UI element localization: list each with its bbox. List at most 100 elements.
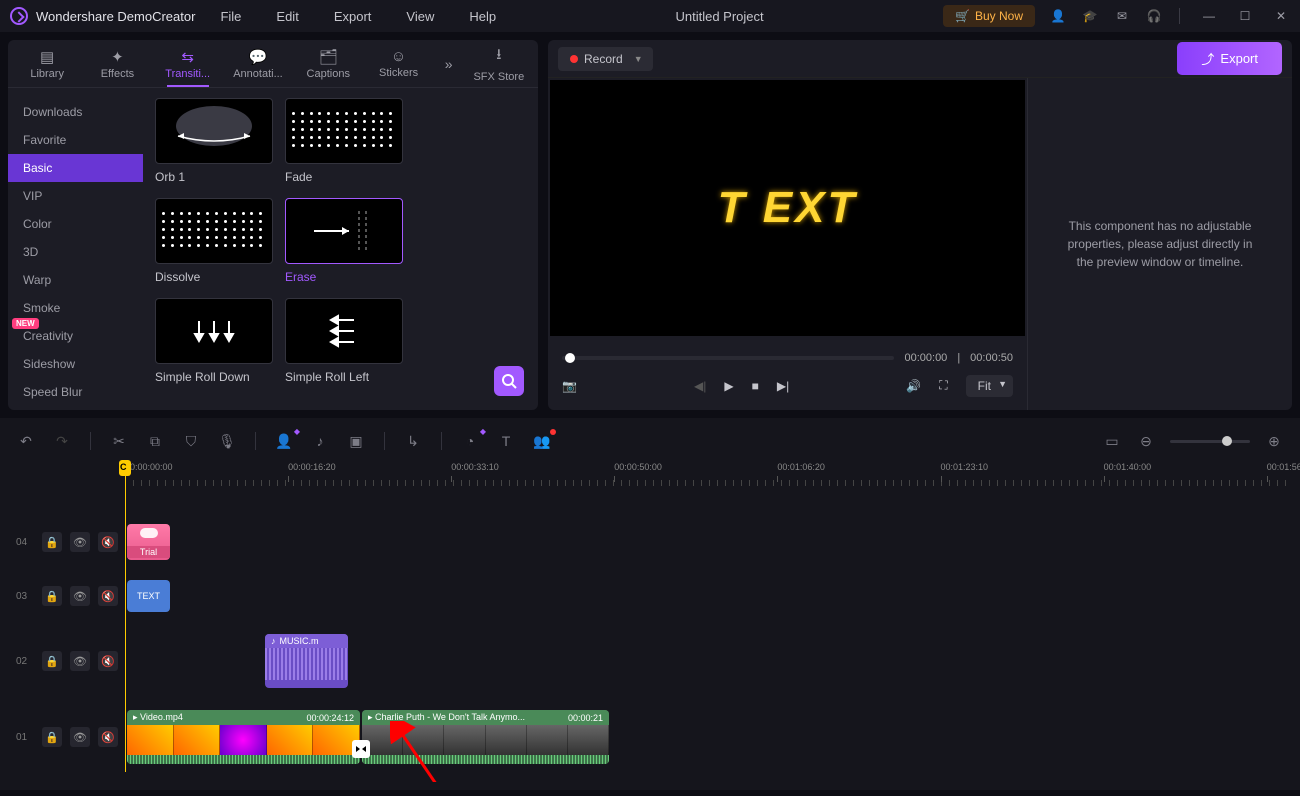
transition-rolldown[interactable]: Simple Roll Down — [155, 298, 273, 384]
zoom-slider[interactable] — [1170, 440, 1250, 443]
transition-dissolve[interactable]: Dissolve — [155, 198, 273, 284]
next-frame-icon[interactable]: ▶| — [777, 379, 789, 393]
snapshot-icon[interactable]: 📷 — [562, 379, 577, 393]
eye-icon[interactable]: 👁 — [70, 586, 90, 606]
lock-icon[interactable]: 🔒 — [42, 651, 62, 671]
transition-erase[interactable]: Erase — [285, 198, 403, 284]
sidebar-item-speedblur[interactable]: Speed Blur — [8, 378, 143, 406]
eye-icon[interactable]: 👁 — [70, 727, 90, 747]
zoom-handle[interactable] — [1222, 436, 1232, 446]
transition-rollleft[interactable]: Simple Roll Left — [285, 298, 403, 384]
timeline-toolbar: ↶ ↷ ✂ ⧉ ⛉ 🎙 👤◆ ♪ ▣ ↳ ◔◆ T 👥 ▭ ⊖ ⊕ — [10, 426, 1290, 456]
menu-view[interactable]: View — [406, 9, 434, 24]
tab-effects[interactable]: ✦Effects — [82, 40, 152, 87]
fullscreen-icon[interactable]: ⛶ — [939, 378, 947, 393]
inbox-icon[interactable]: ✉ — [1113, 7, 1131, 25]
transition-marker[interactable] — [352, 740, 370, 758]
video-preview[interactable]: T EXT — [550, 80, 1025, 336]
tab-captions[interactable]: 🗂Captions — [293, 40, 363, 87]
lock-icon[interactable]: 🔒 — [42, 586, 62, 606]
maximize-icon[interactable]: ☐ — [1236, 7, 1254, 25]
prev-frame-icon[interactable]: ◀| — [694, 379, 706, 393]
chevron-down-icon: ▼ — [634, 54, 643, 64]
sidebar-item-sideshow[interactable]: Sideshow — [8, 350, 143, 378]
preview-text-overlay: T EXT — [718, 183, 858, 233]
crop-icon[interactable]: ⧉ — [145, 433, 165, 450]
fit-timeline-icon[interactable]: ▭ — [1102, 433, 1122, 450]
assets-panel: ▤Library ✦Effects ⇆Transiti... 💬Annotati… — [8, 40, 538, 410]
screenshot-icon[interactable]: ▣ — [346, 433, 366, 450]
chevron-down-icon: ▼ — [998, 379, 1007, 389]
undo-icon[interactable]: ↶ — [16, 433, 36, 450]
academy-icon[interactable]: 🎓 — [1081, 7, 1099, 25]
eye-icon[interactable]: 👁 — [70, 532, 90, 552]
buy-now-button[interactable]: 🛒 Buy Now — [943, 5, 1035, 27]
tab-stickers[interactable]: ☺Stickers — [363, 40, 433, 87]
transition-orb1[interactable]: Orb 1 — [155, 98, 273, 184]
timeline-ruler[interactable]: C 00:00:00:00 00:00:16:20 00:00:33:10 00… — [125, 462, 1290, 488]
zoom-out-icon[interactable]: ⊖ — [1136, 433, 1156, 450]
tab-sfx[interactable]: ⭳SFX Store — [464, 40, 534, 87]
tab-transitions[interactable]: ⇆Transiti... — [153, 40, 223, 87]
sidebar-item-3d[interactable]: 3D — [8, 238, 143, 266]
sidebar-item-basic[interactable]: Basic — [8, 154, 143, 182]
tab-annotations[interactable]: 💬Annotati... — [223, 40, 293, 87]
menu-file[interactable]: File — [220, 9, 241, 24]
text-tool-icon[interactable]: T — [496, 433, 516, 449]
export-button[interactable]: ⤴ Export — [1177, 42, 1282, 75]
lock-icon[interactable]: 🔒 — [42, 532, 62, 552]
menu-help[interactable]: Help — [469, 9, 496, 24]
sidebar-item-warp[interactable]: Warp — [8, 266, 143, 294]
menu-edit[interactable]: Edit — [276, 9, 298, 24]
search-button[interactable] — [494, 366, 524, 396]
split-icon[interactable]: ✂ — [109, 433, 129, 450]
timeline-panel: ↶ ↷ ✂ ⧉ ⛉ 🎙 👤◆ ♪ ▣ ↳ ◔◆ T 👥 ▭ ⊖ ⊕ C 00:0… — [0, 418, 1300, 790]
zoom-fit-select[interactable]: Fit▼ — [966, 375, 1013, 397]
sidebar-item-vip[interactable]: VIP — [8, 182, 143, 210]
clip-video-1[interactable]: ▸ Video.mp400:00:24:12 — [127, 710, 360, 764]
record-button[interactable]: Record ▼ — [558, 47, 653, 71]
clip-video-2[interactable]: ▸ Charlie Puth - We Don't Talk Anymo...0… — [362, 710, 609, 764]
eye-icon[interactable]: 👁 — [70, 651, 90, 671]
lock-icon[interactable]: 🔒 — [42, 727, 62, 747]
app-logo-icon — [10, 7, 28, 25]
clip-trial[interactable]: Trial — [127, 524, 170, 560]
minimize-icon[interactable]: — — [1200, 7, 1218, 25]
group-icon[interactable]: 👥 — [532, 433, 552, 450]
transition-fade[interactable]: Fade — [285, 98, 403, 184]
scrub-handle[interactable] — [565, 353, 575, 363]
account-icon[interactable]: 👤 — [1049, 7, 1067, 25]
speed-icon[interactable]: ◔◆ — [460, 433, 480, 449]
sidebar-item-color[interactable]: Color — [8, 210, 143, 238]
volume-icon[interactable]: 🔊 — [906, 379, 921, 393]
cursor-icon[interactable]: ↳ — [403, 433, 423, 450]
mute-icon[interactable]: 🔇 — [98, 532, 118, 552]
sidebar-item-favorite[interactable]: Favorite — [8, 126, 143, 154]
mute-icon[interactable]: 🔇 — [98, 651, 118, 671]
track-04: 04🔒👁🔇 Trial — [10, 524, 1290, 560]
time-total: 00:00:50 — [970, 352, 1013, 364]
stop-icon[interactable]: ■ — [752, 379, 759, 393]
denoise-icon[interactable]: 👤◆ — [274, 433, 294, 450]
mic-icon[interactable]: 🎙 — [217, 433, 237, 450]
zoom-in-icon[interactable]: ⊕ — [1264, 433, 1284, 450]
redo-icon[interactable]: ↷ — [52, 433, 72, 450]
scrub-bar[interactable] — [562, 356, 894, 360]
play-icon[interactable]: ▶ — [724, 379, 733, 393]
clip-text[interactable]: TEXT — [127, 580, 170, 612]
buy-now-label: Buy Now — [975, 9, 1023, 23]
menu-export[interactable]: Export — [334, 9, 372, 24]
mute-icon[interactable]: 🔇 — [98, 727, 118, 747]
mute-icon[interactable]: 🔇 — [98, 586, 118, 606]
audio-icon[interactable]: ♪ — [310, 433, 330, 449]
tab-library[interactable]: ▤Library — [12, 40, 82, 87]
shield-icon[interactable]: ⛉ — [181, 433, 201, 450]
sidebar-item-creativity[interactable]: NEWCreativity — [8, 322, 143, 350]
tracks-area: 04🔒👁🔇 Trial 03🔒👁🔇 TEXT 02🔒👁🔇 ♪MUSIC.m 01… — [10, 496, 1290, 782]
support-icon[interactable]: 🎧 — [1145, 7, 1163, 25]
tabs-overflow[interactable]: » — [434, 56, 464, 72]
sidebar-item-downloads[interactable]: Downloads — [8, 98, 143, 126]
playhead[interactable]: C — [125, 462, 126, 772]
clip-music[interactable]: ♪MUSIC.m — [265, 634, 348, 688]
close-icon[interactable]: ✕ — [1272, 7, 1290, 25]
